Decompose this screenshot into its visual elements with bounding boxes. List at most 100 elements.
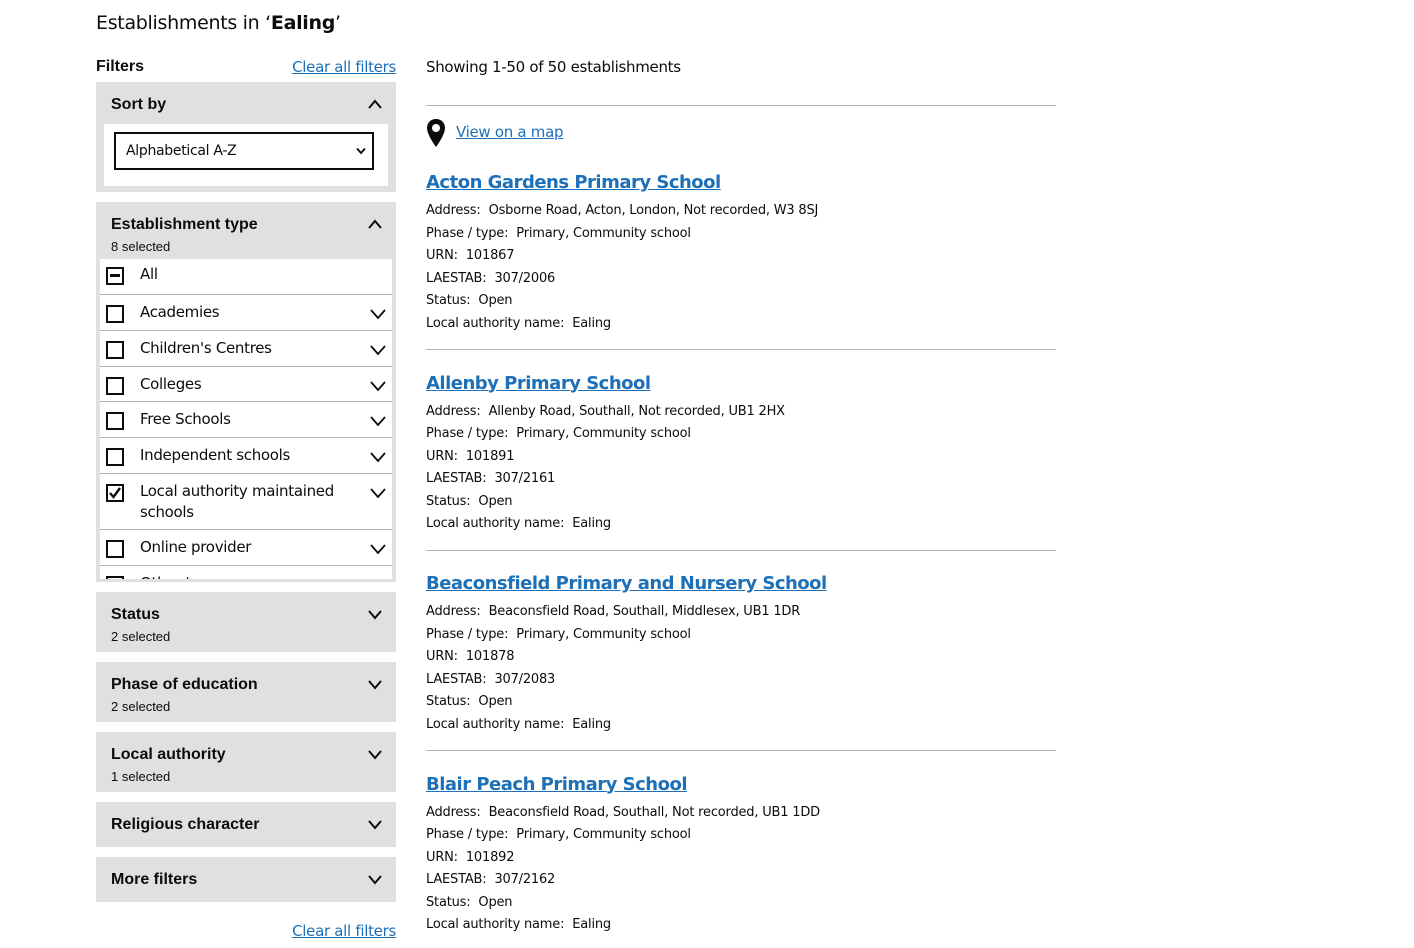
sort-select[interactable]: Alphabetical A-Z (114, 132, 374, 170)
detail-value: 307/2006 (494, 270, 556, 286)
phase-title[interactable]: Phase of education (111, 676, 258, 694)
divider (426, 349, 1056, 350)
establishment-type-option[interactable]: Online provider (100, 530, 392, 566)
more-filters-title[interactable]: More filters (111, 871, 197, 889)
detail-label: Status: (426, 493, 471, 509)
result-detail-laestab: LAESTAB: 307/2006 (426, 271, 555, 286)
detail-value: 307/2083 (494, 671, 556, 687)
checkbox[interactable] (106, 377, 124, 395)
establishment-type-list[interactable]: All Academies Children's Centres Colleges Fr… (100, 259, 392, 579)
result-detail-laestab: LAESTAB: 307/2162 (426, 872, 555, 887)
results-count: Showing 1-50 of 50 establishments (426, 58, 681, 76)
sort-by-panel: Sort by Alphabetical A-Z (96, 82, 396, 192)
checkbox-indeterminate[interactable] (106, 267, 124, 285)
result-detail-urn: URN: 101892 (426, 850, 514, 865)
detail-value: Open (478, 894, 513, 910)
local-authority-title[interactable]: Local authority (111, 746, 226, 764)
checkbox[interactable] (106, 341, 124, 359)
detail-label: URN: (426, 448, 458, 464)
checkbox-checked[interactable] (106, 484, 124, 502)
detail-value: Open (478, 694, 513, 709)
detail-value: Open (478, 493, 513, 509)
detail-label: Phase / type: (426, 426, 509, 441)
chevron-down-icon[interactable] (368, 680, 382, 690)
religious-character-title[interactable]: Religious character (111, 816, 260, 834)
chevron-down-icon[interactable] (370, 309, 386, 319)
detail-label: Address: (426, 604, 481, 619)
detail-label: Local authority name: (426, 315, 565, 331)
chevron-down-icon[interactable] (368, 820, 382, 830)
establishment-type-label: Online provider (140, 538, 252, 556)
divider (426, 105, 1056, 106)
religious-character-panel[interactable]: Religious character (96, 802, 396, 847)
more-filters-panel[interactable]: More filters (96, 857, 396, 902)
checkbox[interactable] (106, 448, 124, 466)
establishment-type-option[interactable]: Local authority maintained schools (100, 474, 392, 530)
checkbox[interactable] (106, 412, 124, 430)
establishment-type-option[interactable]: Independent schools (100, 438, 392, 474)
checkbox[interactable] (106, 576, 124, 579)
detail-label: Phase / type: (426, 626, 509, 642)
chevron-up-icon[interactable] (368, 219, 382, 229)
result-detail-status: Status: Open (426, 694, 513, 709)
establishment-type-label: All (140, 265, 158, 283)
result-detail-la: Local authority name: Ealing (426, 717, 611, 732)
detail-label: URN: (426, 849, 458, 865)
view-on-map-link[interactable]: View on a map (456, 123, 564, 141)
establishment-type-option[interactable]: Colleges (100, 367, 392, 402)
detail-label: Status: (426, 894, 471, 910)
result-detail-laestab: LAESTAB: 307/2161 (426, 471, 555, 486)
chevron-down-icon[interactable] (370, 488, 386, 498)
checkbox[interactable] (106, 540, 124, 558)
detail-value: Ealing (572, 716, 611, 732)
detail-value: Beaconsfield Road, Southall, Not recorde… (488, 804, 821, 820)
detail-value: 307/2161 (494, 471, 556, 486)
status-title[interactable]: Status (111, 606, 160, 624)
detail-value: Primary, Community school (516, 225, 691, 241)
clear-all-filters-link-top[interactable]: Clear all filters (292, 58, 396, 76)
chevron-down-icon[interactable] (370, 416, 386, 426)
clear-all-filters-link-bottom[interactable]: Clear all filters (292, 922, 396, 940)
status-panel[interactable]: Status 2 selected (96, 592, 396, 652)
establishment-type-option[interactable]: Free Schools (100, 402, 392, 438)
detail-value: Ealing (572, 917, 611, 932)
detail-label: URN: (426, 649, 458, 664)
filters-title: Filters (96, 58, 145, 75)
establishment-name-link[interactable]: Blair Peach Primary School (426, 774, 688, 795)
establishment-type-option[interactable]: Children's Centres (100, 331, 392, 367)
detail-label: Status: (426, 293, 471, 308)
establishment-type-option[interactable]: Academies (100, 295, 392, 331)
detail-label: LAESTAB: (426, 270, 487, 286)
local-authority-panel[interactable]: Local authority 1 selected (96, 732, 396, 792)
detail-label: Phase / type: (426, 827, 509, 842)
detail-value: 307/2162 (494, 872, 556, 887)
establishment-type-title[interactable]: Establishment type (111, 216, 258, 234)
chevron-down-icon[interactable] (368, 875, 382, 885)
detail-label: LAESTAB: (426, 872, 487, 887)
detail-label: URN: (426, 248, 458, 263)
establishment-type-label: Children's Centres (140, 339, 272, 357)
detail-label: LAESTAB: (426, 471, 487, 486)
establishment-name-link[interactable]: Acton Gardens Primary School (426, 172, 721, 193)
establishment-name-link[interactable]: Beaconsfield Primary and Nursery School (426, 573, 827, 594)
chevron-down-icon[interactable] (368, 610, 382, 620)
establishment-name-link[interactable]: Allenby Primary School (426, 373, 651, 394)
detail-value: 101891 (465, 448, 515, 464)
sort-by-title[interactable]: Sort by (111, 96, 166, 114)
chevron-down-icon[interactable] (370, 544, 386, 554)
chevron-up-icon[interactable] (368, 99, 382, 109)
detail-label: LAESTAB: (426, 671, 487, 687)
detail-value: Primary, Community school (516, 827, 691, 842)
establishment-type-option[interactable]: All (100, 259, 392, 295)
filters-sidebar: Filters Clear all filters Sort by Alphab… (96, 56, 396, 940)
result-detail-status: Status: Open (426, 894, 513, 910)
chevron-down-icon[interactable] (370, 345, 386, 355)
phase-panel[interactable]: Phase of education 2 selected (96, 662, 396, 722)
detail-value: Osborne Road, Acton, London, Not recorde… (488, 203, 819, 218)
checkbox[interactable] (106, 305, 124, 323)
chevron-down-icon[interactable] (370, 452, 386, 462)
establishment-type-option[interactable]: Other types (100, 566, 392, 579)
result-detail-la: Local authority name: Ealing (426, 316, 611, 331)
chevron-down-icon[interactable] (370, 381, 386, 391)
chevron-down-icon[interactable] (368, 750, 382, 760)
